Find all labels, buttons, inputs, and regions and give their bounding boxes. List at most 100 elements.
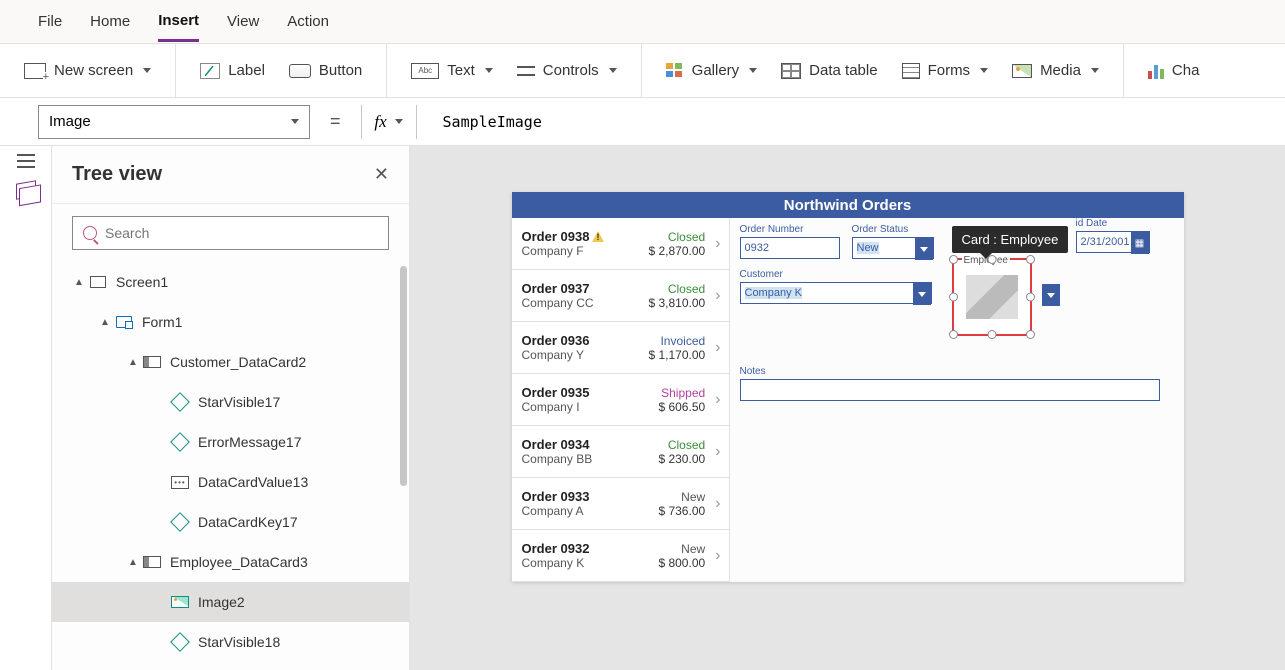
button-button-label: Button bbox=[319, 62, 362, 79]
hamburger-icon[interactable] bbox=[17, 160, 35, 162]
design-canvas[interactable]: Northwind Orders Order 0938Company FClos… bbox=[410, 146, 1285, 670]
tree-node-image2[interactable]: Image2 bbox=[52, 582, 409, 622]
order-company: Company CC bbox=[522, 296, 614, 310]
tree-node-form1[interactable]: ▲ Form1 bbox=[52, 302, 409, 342]
label-button[interactable]: Label bbox=[192, 56, 273, 85]
expand-icon[interactable]: ▲ bbox=[74, 277, 84, 288]
resize-handle[interactable] bbox=[949, 255, 958, 264]
order-status: New bbox=[620, 542, 706, 556]
dropdown-arrow-icon bbox=[915, 238, 933, 260]
order-amount: $ 2,870.00 bbox=[620, 244, 706, 258]
employee-image-card[interactable]: Employee bbox=[952, 258, 1032, 336]
order-row[interactable]: Order 0932Company KNew$ 800.00› bbox=[512, 530, 729, 582]
order-company: Company Y bbox=[522, 348, 614, 362]
forms-button-label: Forms bbox=[928, 62, 971, 79]
button-button[interactable]: Button bbox=[281, 56, 370, 85]
media-icon bbox=[1012, 64, 1032, 78]
dropdown-arrow-icon bbox=[913, 283, 931, 305]
order-status-dropdown[interactable]: New bbox=[852, 237, 934, 259]
order-row[interactable]: Order 0935Company IShipped$ 606.50› bbox=[512, 374, 729, 426]
new-screen-button[interactable]: New screen bbox=[16, 56, 159, 85]
order-number: Order 0933 bbox=[522, 489, 614, 504]
tree-scrollbar[interactable] bbox=[400, 266, 407, 486]
tree-node-starvisible18[interactable]: StarVisible18 bbox=[52, 622, 409, 662]
order-row[interactable]: Order 0937Company CCClosed$ 3,810.00› bbox=[512, 270, 729, 322]
tree-node-errormessage17[interactable]: ErrorMessage17 bbox=[52, 422, 409, 462]
media-button[interactable]: Media bbox=[1004, 56, 1107, 85]
value-icon: ••• bbox=[171, 476, 188, 489]
menu-action[interactable]: Action bbox=[287, 3, 329, 40]
order-row[interactable]: Order 0938Company FClosed$ 2,870.00› bbox=[512, 218, 729, 270]
expand-icon[interactable]: ▲ bbox=[100, 317, 110, 328]
tree-node-label: StarVisible18 bbox=[198, 634, 280, 650]
label-button-label: Label bbox=[228, 62, 265, 79]
tree-node-datacardkey17[interactable]: DataCardKey17 bbox=[52, 502, 409, 542]
order-company: Company A bbox=[522, 504, 614, 518]
order-number: Order 0934 bbox=[522, 437, 614, 452]
resize-handle[interactable] bbox=[949, 330, 958, 339]
order-number: Order 0932 bbox=[522, 541, 614, 556]
charts-button[interactable]: Cha bbox=[1140, 56, 1208, 85]
tree-view-header: Tree view ✕ bbox=[52, 146, 409, 204]
control-icon bbox=[170, 632, 190, 652]
customer-label: Customer bbox=[740, 269, 932, 280]
media-button-label: Media bbox=[1040, 62, 1081, 79]
tree-search-box[interactable] bbox=[72, 216, 389, 250]
order-row[interactable]: Order 0933Company ANew$ 736.00› bbox=[512, 478, 729, 530]
tree-node-customer-datacard[interactable]: ▲ Customer_DataCard2 bbox=[52, 342, 409, 382]
chevron-down-icon bbox=[980, 68, 988, 73]
order-status: New bbox=[620, 490, 706, 504]
employee-dropdown-arrow[interactable] bbox=[1042, 284, 1060, 306]
paid-date-field[interactable]: 2/31/2001 ▦ bbox=[1076, 231, 1150, 253]
forms-button[interactable]: Forms bbox=[894, 56, 997, 85]
menu-home[interactable]: Home bbox=[90, 3, 130, 40]
resize-handle[interactable] bbox=[987, 330, 996, 339]
property-dropdown-value: Image bbox=[49, 113, 91, 130]
order-row[interactable]: Order 0934Company BBClosed$ 230.00› bbox=[512, 426, 729, 478]
calendar-icon: ▦ bbox=[1131, 232, 1149, 254]
app-title: Northwind Orders bbox=[512, 192, 1184, 218]
tree-node-starvisible17[interactable]: StarVisible17 bbox=[52, 382, 409, 422]
order-number-label: Order Number bbox=[740, 224, 840, 235]
resize-handle[interactable] bbox=[1026, 255, 1035, 264]
tree-node-screen1[interactable]: ▲ Screen1 bbox=[52, 262, 409, 302]
menu-file[interactable]: File bbox=[38, 3, 62, 40]
customer-dropdown[interactable]: Company K bbox=[740, 282, 932, 304]
order-gallery[interactable]: Order 0938Company FClosed$ 2,870.00›Orde… bbox=[512, 218, 730, 582]
order-row[interactable]: Order 0936Company YInvoiced$ 1,170.00› bbox=[512, 322, 729, 374]
card-tooltip: Card : Employee bbox=[952, 226, 1069, 253]
tree-node-label: StarVisible17 bbox=[198, 394, 280, 410]
chevron-down-icon bbox=[1091, 68, 1099, 73]
order-company: Company K bbox=[522, 556, 614, 570]
datatable-button[interactable]: Data table bbox=[773, 56, 885, 85]
order-number-field[interactable]: 0932 bbox=[740, 237, 840, 259]
datacard-icon bbox=[143, 556, 161, 568]
controls-button[interactable]: Controls bbox=[509, 56, 625, 85]
text-icon: Abc bbox=[411, 63, 439, 79]
gallery-button[interactable]: Gallery bbox=[658, 56, 766, 85]
notes-field[interactable] bbox=[740, 379, 1160, 401]
formula-bar: Image = fx bbox=[0, 98, 1285, 146]
text-button[interactable]: Abc Text bbox=[403, 56, 501, 85]
expand-icon[interactable]: ▲ bbox=[128, 557, 138, 568]
fx-button[interactable]: fx bbox=[361, 105, 417, 139]
tree-node-employee-datacard[interactable]: ▲ Employee_DataCard3 bbox=[52, 542, 409, 582]
charts-button-label: Cha bbox=[1172, 62, 1200, 79]
tree-view-title: Tree view bbox=[72, 163, 162, 186]
order-status: Closed bbox=[620, 230, 706, 244]
resize-handle[interactable] bbox=[1026, 330, 1035, 339]
formula-input[interactable] bbox=[431, 105, 1285, 139]
close-panel-button[interactable]: ✕ bbox=[374, 164, 389, 185]
tree-view-rail-button[interactable] bbox=[0, 182, 36, 198]
resize-handle[interactable] bbox=[949, 293, 958, 302]
menu-view[interactable]: View bbox=[227, 3, 259, 40]
text-button-label: Text bbox=[447, 62, 475, 79]
menu-insert[interactable]: Insert bbox=[158, 2, 199, 42]
property-dropdown[interactable]: Image bbox=[38, 105, 310, 139]
search-input[interactable] bbox=[105, 225, 378, 241]
tree-node-datacardvalue13[interactable]: ••• DataCardValue13 bbox=[52, 462, 409, 502]
expand-icon[interactable]: ▲ bbox=[128, 357, 138, 368]
resize-handle[interactable] bbox=[1026, 293, 1035, 302]
tree-body: ▲ Screen1 ▲ Form1 ▲ Customer_DataCard2 S… bbox=[52, 262, 409, 670]
tree-node-label: Screen1 bbox=[116, 274, 168, 290]
